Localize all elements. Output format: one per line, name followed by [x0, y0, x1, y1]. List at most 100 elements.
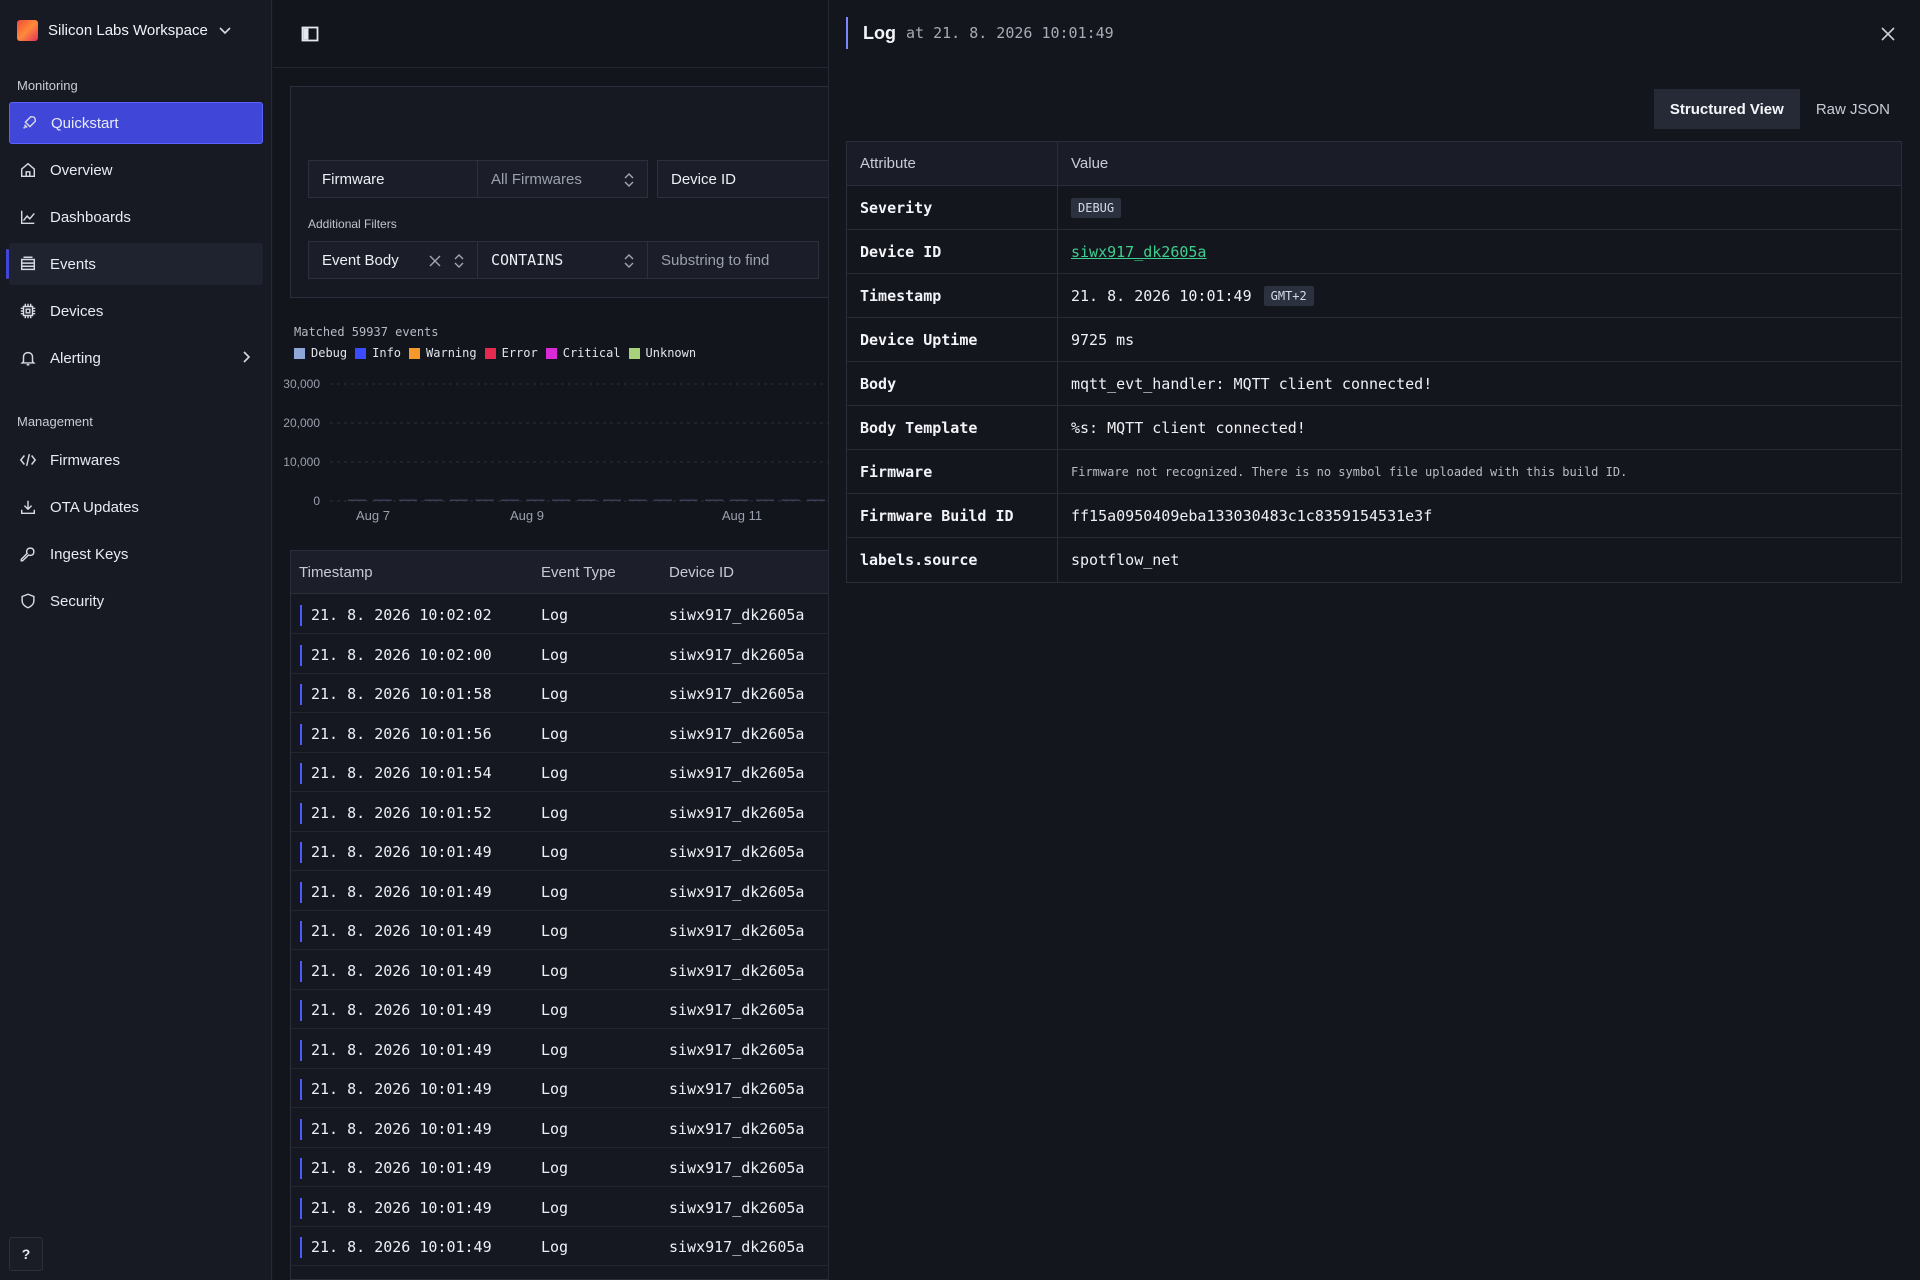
attr-row-body: Body mqtt_evt_handler: MQTT client conne…: [847, 362, 1901, 406]
legend-label: Error: [501, 346, 538, 360]
chart-bar[interactable]: [526, 499, 545, 502]
cell-event-type: Log: [541, 803, 569, 822]
legend-item-debug[interactable]: Debug: [294, 346, 347, 360]
attr-row-device-id: Device ID siwx917_dk2605a: [847, 230, 1901, 274]
table-row[interactable]: 21. 8. 2026 10:01:49 Log siwx917_dk2605a: [291, 1148, 851, 1187]
attr-key: Firmware Build ID: [847, 494, 1058, 537]
table-row[interactable]: 21. 8. 2026 10:01:49 Log siwx917_dk2605a: [291, 1030, 851, 1069]
raw-json-tab[interactable]: Raw JSON: [1800, 89, 1906, 129]
table-row[interactable]: 21. 8. 2026 10:01:49 Log siwx917_dk2605a: [291, 1188, 851, 1227]
sidebar-item-ingest-keys[interactable]: Ingest Keys: [9, 533, 263, 575]
sidebar-item-label: Dashboards: [50, 208, 131, 226]
chip-icon: [18, 301, 38, 321]
legend-item-unknown[interactable]: Unknown: [628, 346, 696, 360]
cell-timestamp: 21. 8. 2026 10:01:49: [311, 1198, 492, 1217]
structured-view-tab[interactable]: Structured View: [1653, 89, 1800, 129]
filter-value-input[interactable]: Substring to find: [647, 241, 819, 279]
table-row[interactable]: 21. 8. 2026 10:01:49 Log siwx917_dk2605a: [291, 951, 851, 990]
chart-bar[interactable]: [552, 499, 570, 502]
firmware-select[interactable]: All Firmwares: [477, 160, 648, 198]
table-row[interactable]: 21. 8. 2026 10:01:49 Log siwx917_dk2605a: [291, 1069, 851, 1108]
chart-bar[interactable]: [730, 499, 749, 502]
chart-bar[interactable]: [603, 499, 621, 502]
chart-bar[interactable]: [781, 499, 800, 502]
legend-item-info[interactable]: Info: [355, 346, 401, 360]
sidebar-item-devices[interactable]: Devices: [9, 290, 263, 332]
panel-title-type: Log: [863, 22, 896, 43]
legend-item-critical[interactable]: Critical: [545, 346, 621, 360]
legend-swatch: [294, 347, 305, 359]
table-row[interactable]: 21. 8. 2026 10:01:49 Log siwx917_dk2605a: [291, 990, 851, 1029]
sidebar-item-firmwares[interactable]: Firmwares: [9, 439, 263, 481]
sidebar-item-events[interactable]: Events: [6, 243, 263, 285]
chart-bar[interactable]: [756, 499, 774, 502]
cell-timestamp: 21. 8. 2026 10:01:49: [311, 961, 492, 980]
chart-bar[interactable]: [628, 499, 647, 502]
device-id-link[interactable]: siwx917_dk2605a: [1071, 243, 1206, 261]
table-row[interactable]: 21. 8. 2026 10:01:49 Log siwx917_dk2605a: [291, 1109, 851, 1148]
cell-device-id: siwx917_dk2605a: [669, 1080, 805, 1098]
col-header-device-id[interactable]: Device ID: [669, 564, 734, 581]
help-button[interactable]: ?: [9, 1237, 43, 1271]
chart-bar[interactable]: [577, 499, 596, 502]
cell-timestamp: 21. 8. 2026 10:02:02: [311, 606, 492, 624]
sidebar-toggle-icon[interactable]: [300, 24, 320, 44]
attr-row-firmware-build-id: Firmware Build ID ff15a0950409eba1330304…: [847, 494, 1901, 538]
cell-device-id: siwx917_dk2605a: [669, 724, 805, 743]
attr-row-body-template: Body Template %s: MQTT client connected!: [847, 406, 1901, 450]
chart-bar[interactable]: [501, 499, 519, 502]
col-header-event-type[interactable]: Event Type: [541, 564, 616, 581]
chart-bar[interactable]: [348, 499, 366, 502]
table-row[interactable]: 21. 8. 2026 10:01:56 Log siwx917_dk2605a: [291, 714, 851, 753]
attr-key: Firmware: [847, 450, 1058, 493]
sidebar-item-ota-updates[interactable]: OTA Updates: [9, 486, 263, 528]
sidebar-item-dashboards[interactable]: Dashboards: [9, 196, 263, 238]
legend-item-error[interactable]: Error: [484, 346, 538, 360]
attr-row-severity: Severity DEBUG: [847, 186, 1901, 230]
legend-item-warning[interactable]: Warning: [409, 346, 477, 360]
chart-bar[interactable]: [424, 499, 443, 502]
table-row[interactable]: 21. 8. 2026 10:01:54 Log siwx917_dk2605a: [291, 753, 851, 792]
filter-card: Firmware All Firmwares Device ID Additio…: [290, 86, 851, 298]
close-icon[interactable]: [1878, 24, 1898, 44]
chart-bar[interactable]: [475, 499, 494, 502]
filter-field-select[interactable]: Event Body: [308, 241, 478, 279]
cell-timestamp: 21. 8. 2026 10:01:58: [311, 685, 492, 703]
sidebar-item-security[interactable]: Security: [9, 580, 263, 622]
chart-bar[interactable]: [399, 499, 417, 502]
chart-bar[interactable]: [679, 499, 698, 502]
workspace-switcher[interactable]: Silicon Labs Workspace: [17, 19, 232, 41]
firmware-filter-label: Firmware: [308, 160, 478, 198]
sidebar-item-alerting[interactable]: Alerting: [9, 337, 263, 379]
updown-icon: [624, 254, 634, 268]
col-header-timestamp[interactable]: Timestamp: [299, 564, 373, 581]
chart-bar[interactable]: [705, 499, 723, 502]
table-row[interactable]: 21. 8. 2026 10:01:49 Log siwx917_dk2605a: [291, 872, 851, 911]
sidebar-item-quickstart[interactable]: Quickstart: [9, 102, 263, 144]
row-severity-bar: [300, 802, 302, 824]
cell-device-id: siwx917_dk2605a: [669, 764, 805, 782]
events-chart: 30,000 20,000 10,000 0 Aug 7 Aug 9 Aug 11: [283, 377, 828, 523]
attr-row-labels-source: labels.source spotflow_net: [847, 538, 1901, 582]
table-row[interactable]: 21. 8. 2026 10:02:02 Log siwx917_dk2605a: [291, 595, 851, 634]
sidebar-item-label: OTA Updates: [50, 498, 139, 516]
chart-bar[interactable]: [654, 499, 672, 502]
table-row[interactable]: 21. 8. 2026 10:01:49 Log siwx917_dk2605a: [291, 911, 851, 950]
chart-bar[interactable]: [373, 499, 392, 502]
table-row[interactable]: 21. 8. 2026 10:01:52 Log siwx917_dk2605a: [291, 793, 851, 832]
cell-device-id: siwx917_dk2605a: [669, 1001, 805, 1019]
sidebar-item-overview[interactable]: Overview: [9, 149, 263, 191]
bell-icon: [18, 348, 38, 368]
firmware-select-value: All Firmwares: [491, 170, 582, 188]
cell-timestamp: 21. 8. 2026 10:01:49: [311, 843, 492, 861]
table-row[interactable]: 21. 8. 2026 10:01:49 Log siwx917_dk2605a: [291, 832, 851, 871]
clear-icon[interactable]: [429, 255, 441, 267]
cell-device-id: siwx917_dk2605a: [669, 803, 805, 822]
filter-operator-select[interactable]: CONTAINS: [477, 241, 648, 279]
table-row[interactable]: 21. 8. 2026 10:02:00 Log siwx917_dk2605a: [291, 635, 851, 674]
chart-bar[interactable]: [450, 499, 468, 502]
table-row[interactable]: 21. 8. 2026 10:01:49 Log siwx917_dk2605a: [291, 1227, 851, 1266]
chart-bar[interactable]: [807, 499, 825, 502]
table-row[interactable]: 21. 8. 2026 10:01:58 Log siwx917_dk2605a: [291, 674, 851, 713]
cell-event-type: Log: [541, 1238, 569, 1256]
